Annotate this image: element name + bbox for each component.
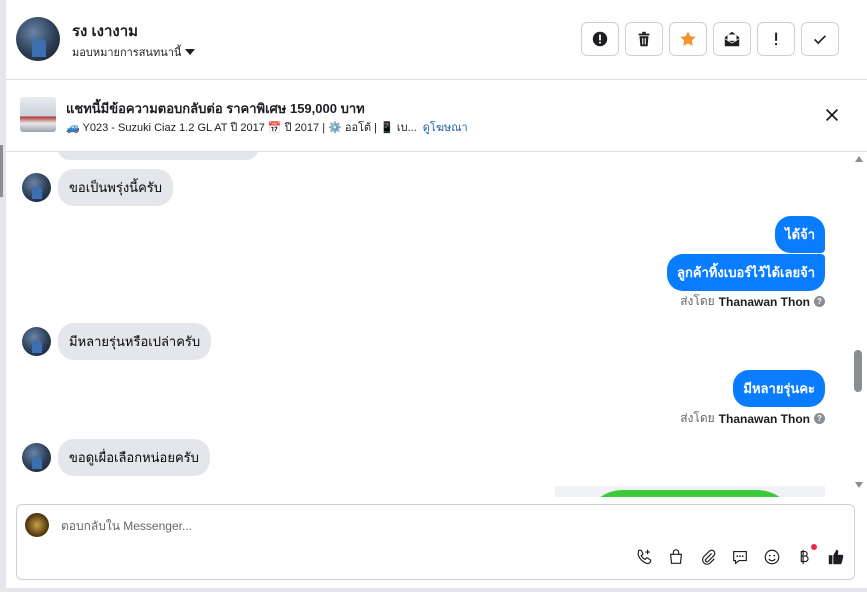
reply-input[interactable] [61, 515, 761, 537]
scrollbar-thumb[interactable] [854, 350, 862, 392]
close-icon[interactable] [823, 106, 841, 124]
attach-button[interactable] [698, 547, 718, 567]
avatar[interactable] [16, 17, 60, 61]
partial-image-attachment[interactable] [555, 486, 825, 497]
ad-subtitle: 🚙 Y023 - Suzuki Ciaz 1.2 GL AT ปี 2017 📅… [66, 118, 468, 136]
smiley-icon [764, 549, 780, 565]
composer-tools [634, 544, 846, 567]
star-icon [680, 31, 696, 46]
message-bubble[interactable]: มีหลายรุ่นหรือเปล่าครับ [58, 323, 212, 360]
ad-details: 🚙 Y023 - Suzuki Ciaz 1.2 GL AT ปี 2017 📅… [66, 122, 417, 134]
caret-down-icon [185, 49, 196, 55]
shop-button[interactable] [666, 547, 686, 567]
message-thread[interactable]: ขอเป็นพรุ่งนี้ครับ ได้จ้า ลูกค้าทิ้งเบอร… [6, 152, 846, 497]
contact-name[interactable]: รง เงางาม [72, 19, 138, 43]
reply-composer [16, 504, 855, 580]
checkmark-icon [814, 35, 826, 45]
like-button[interactable] [826, 547, 846, 567]
ad-context-bar: แชทนี้มีข้อความตอบกลับต่อ ราคาพิเศษ 159,… [6, 80, 867, 152]
baht-icon [800, 549, 809, 565]
emoji-button[interactable] [762, 547, 782, 567]
thumbs-up-icon [828, 549, 844, 565]
ad-title: แชทนี้มีข้อความตอบกลับต่อ ราคาพิเศษ 159,… [66, 101, 365, 116]
thread-scrollbar[interactable] [850, 152, 867, 497]
sender-name: Thanawan Thon [718, 411, 810, 426]
assign-label: มอบหมายการสนทนานี้ [72, 47, 182, 59]
avatar [22, 173, 51, 202]
envelope-open-icon [724, 31, 740, 47]
outgoing-message-bubble[interactable]: ลูกค้าทิ้งเบอร์ไว้ได้เลยจ้า [667, 254, 825, 291]
star-button[interactable] [669, 22, 707, 56]
trash-icon [638, 31, 650, 47]
saved-replies-button[interactable] [730, 547, 750, 567]
view-ad-link[interactable]: ดูโฆษณา [423, 122, 468, 134]
outgoing-message-bubble[interactable]: มีหลายรุ่นคะ [733, 370, 825, 407]
avatar [22, 327, 51, 356]
incoming-message: มีหลายรุ่นหรือเปล่าครับ [22, 323, 212, 360]
window-edge-accent [0, 145, 3, 197]
done-button[interactable] [801, 22, 839, 56]
partial-message-bubble [58, 152, 258, 160]
message-bubble[interactable]: ขอเป็นพรุ่งนี้ครับ [58, 169, 173, 206]
payment-button[interactable] [794, 544, 817, 567]
shopping-bag-icon [669, 549, 683, 564]
exclamation-circle-icon [592, 31, 608, 47]
sent-by-prefix: ส่งโดย [680, 294, 715, 308]
report-button[interactable] [581, 22, 619, 56]
help-icon[interactable]: ? [814, 413, 825, 424]
notification-dot [811, 544, 817, 550]
message-bubble[interactable]: ขอดูเผื่อเลือกหน่อยครับ [58, 439, 210, 476]
bottom-edge [6, 588, 867, 592]
mark-unread-button[interactable] [713, 22, 751, 56]
sent-by-label: ส่งโดย Thanawan Thon ? [680, 292, 825, 311]
sent-by-label: ส่งโดย Thanawan Thon ? [680, 409, 825, 428]
page-avatar [25, 513, 49, 537]
header-actions [581, 22, 839, 56]
ad-thumbnail[interactable] [20, 97, 56, 132]
scroll-up-icon[interactable] [855, 156, 863, 162]
help-icon[interactable]: ? [814, 296, 825, 307]
scroll-down-icon[interactable] [855, 482, 863, 488]
conversation-header: รง เงางาม มอบหมายการสนทนานี้ [6, 0, 867, 80]
outgoing-message-bubble[interactable]: ได้จ้า [775, 216, 825, 253]
delete-button[interactable] [625, 22, 663, 56]
avatar [22, 443, 51, 472]
exclamation-icon [775, 32, 778, 46]
spam-button[interactable] [757, 22, 795, 56]
incoming-message: ขอดูเผื่อเลือกหน่อยครับ [22, 439, 210, 476]
incoming-message: ขอเป็นพรุ่งนี้ครับ [22, 169, 173, 206]
chat-bubble-icon [733, 551, 747, 565]
assign-conversation-dropdown[interactable]: มอบหมายการสนทนานี้ [72, 43, 196, 61]
sent-by-prefix: ส่งโดย [680, 411, 715, 425]
paperclip-icon [702, 549, 716, 565]
call-button[interactable] [634, 547, 654, 567]
sender-name: Thanawan Thon [718, 294, 810, 309]
phone-plus-icon [637, 549, 652, 565]
